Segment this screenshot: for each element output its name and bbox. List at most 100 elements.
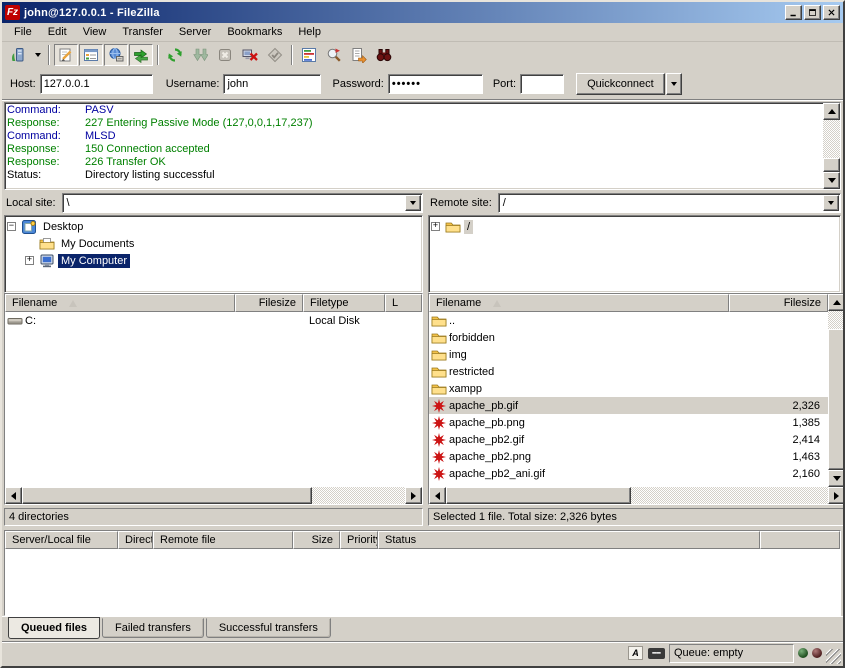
- menu-server[interactable]: Server: [171, 24, 219, 40]
- remote-file-row[interactable]: restricted: [429, 363, 828, 380]
- tree-item-my-computer[interactable]: My Computer: [7, 252, 422, 269]
- sort-ascending-icon: [69, 300, 77, 307]
- column-header-remote-file[interactable]: Remote file: [153, 531, 293, 549]
- scroll-thumb[interactable]: [446, 487, 631, 504]
- toggle-message-log-button[interactable]: [54, 44, 78, 66]
- maximize-button[interactable]: [804, 5, 821, 20]
- scroll-down-button[interactable]: [823, 172, 840, 189]
- log-line: Command:MLSD: [7, 130, 823, 143]
- menu-transfer[interactable]: Transfer: [114, 24, 171, 40]
- disconnect-icon: [242, 47, 258, 63]
- local-file-row[interactable]: C: Local Disk: [5, 312, 422, 329]
- remote-file-row-selected[interactable]: apache_pb.gif 2,326: [429, 397, 828, 414]
- tree-item-desktop[interactable]: Desktop: [7, 218, 422, 235]
- menu-view[interactable]: View: [75, 24, 115, 40]
- quickconnect-button[interactable]: Quickconnect: [576, 73, 665, 95]
- column-header-filesize[interactable]: Filesize: [235, 294, 303, 312]
- remote-vertical-scrollbar[interactable]: [828, 294, 845, 487]
- scroll-right-button[interactable]: [405, 487, 422, 504]
- remote-file-row[interactable]: ..: [429, 312, 828, 329]
- site-manager-button[interactable]: [6, 44, 30, 66]
- scroll-down-button[interactable]: [828, 470, 845, 487]
- combo-dropdown-button[interactable]: [405, 195, 421, 211]
- column-header-size[interactable]: Size: [293, 531, 340, 549]
- tab-successful-transfers[interactable]: Successful transfers: [206, 618, 331, 638]
- queue-list-body[interactable]: [5, 549, 840, 615]
- scroll-right-button[interactable]: [828, 487, 845, 504]
- toggle-local-tree-button[interactable]: [79, 44, 103, 66]
- remote-file-row[interactable]: xampp: [429, 380, 828, 397]
- column-header-priority[interactable]: Priority: [340, 531, 378, 549]
- chevron-down-icon: [410, 201, 416, 205]
- remote-file-row[interactable]: apache_pb2.gif 2,414: [429, 431, 828, 448]
- combo-dropdown-button[interactable]: [823, 195, 839, 211]
- scroll-thumb[interactable]: [828, 329, 845, 470]
- menu-file[interactable]: File: [6, 24, 40, 40]
- toolbar-separator: [48, 45, 50, 65]
- menu-bookmarks[interactable]: Bookmarks: [219, 24, 290, 40]
- app-logo-icon: Fz: [5, 5, 20, 20]
- tree-panes: Local site: \ Desktop My Documents: [2, 192, 843, 293]
- tree-item-root[interactable]: /: [431, 218, 840, 235]
- remote-horizontal-scrollbar[interactable]: [429, 487, 845, 504]
- speedlimits-indicator[interactable]: ▬▬: [648, 645, 665, 661]
- collapse-expander[interactable]: [7, 222, 16, 231]
- resize-grip[interactable]: [826, 649, 841, 664]
- scroll-up-button[interactable]: [823, 103, 840, 120]
- minimize-button[interactable]: [785, 5, 802, 20]
- directory-filter-button[interactable]: [347, 44, 371, 66]
- verify-button[interactable]: [263, 44, 287, 66]
- tree-item-my-documents[interactable]: My Documents: [7, 235, 422, 252]
- remote-file-row[interactable]: apache_pb2.png 1,463: [429, 448, 828, 465]
- column-header-filename[interactable]: Filename: [5, 294, 235, 312]
- remote-site-combo[interactable]: /: [498, 193, 841, 213]
- process-queue-button[interactable]: [188, 44, 212, 66]
- column-header-filetype[interactable]: Filetype: [303, 294, 385, 312]
- refresh-button[interactable]: [163, 44, 187, 66]
- column-header-filesize[interactable]: Filesize: [729, 294, 828, 312]
- transfer-type-indicator[interactable]: A: [627, 645, 644, 661]
- site-manager-dropdown[interactable]: [31, 44, 44, 66]
- scroll-left-button[interactable]: [429, 487, 446, 504]
- synchronized-browsing-button[interactable]: [322, 44, 346, 66]
- toggle-transfer-queue-button[interactable]: [129, 44, 153, 66]
- remote-file-row[interactable]: apache_pb.png 1,385: [429, 414, 828, 431]
- file-search-button[interactable]: [372, 44, 396, 66]
- toggle-remote-tree-button[interactable]: [104, 44, 128, 66]
- close-button[interactable]: [823, 5, 840, 20]
- file-search-icon: [376, 47, 392, 63]
- host-input[interactable]: [40, 74, 153, 94]
- remote-file-row[interactable]: img: [429, 346, 828, 363]
- quickconnect-dropdown[interactable]: [666, 73, 682, 95]
- expand-expander[interactable]: [431, 222, 440, 231]
- column-header-direction[interactable]: Directi...: [118, 531, 153, 549]
- column-header-server-local-file[interactable]: Server/Local file: [5, 531, 118, 549]
- expand-expander[interactable]: [25, 256, 34, 265]
- log-scrollbar[interactable]: [823, 103, 840, 189]
- titlebar[interactable]: Fz john@127.0.0.1 - FileZilla: [2, 2, 843, 23]
- column-header-status[interactable]: Status: [378, 531, 760, 549]
- remote-file-row[interactable]: forbidden: [429, 329, 828, 346]
- scroll-thumb[interactable]: [22, 487, 312, 504]
- remote-file-row[interactable]: apache_pb2_ani.gif 2,160: [429, 465, 828, 482]
- column-header-last-modified[interactable]: L: [385, 294, 422, 312]
- column-header-filename[interactable]: Filename: [429, 294, 729, 312]
- transfer-type-icon: A: [628, 646, 643, 660]
- local-horizontal-scrollbar[interactable]: [5, 487, 422, 504]
- scroll-thumb[interactable]: [823, 158, 840, 172]
- scroll-left-button[interactable]: [5, 487, 22, 504]
- tab-failed-transfers[interactable]: Failed transfers: [102, 618, 204, 638]
- username-input[interactable]: [223, 74, 321, 94]
- cancel-operation-button[interactable]: [213, 44, 237, 66]
- password-input[interactable]: [388, 74, 483, 94]
- menu-help[interactable]: Help: [290, 24, 329, 40]
- local-site-combo[interactable]: \: [62, 193, 423, 213]
- port-label: Port:: [493, 78, 516, 90]
- disconnect-button[interactable]: [238, 44, 262, 66]
- refresh-icon: [167, 47, 183, 63]
- scroll-up-button[interactable]: [828, 294, 845, 311]
- port-input[interactable]: [520, 74, 564, 94]
- tab-queued-files[interactable]: Queued files: [8, 617, 100, 639]
- directory-comparison-button[interactable]: [297, 44, 321, 66]
- menu-edit[interactable]: Edit: [40, 24, 75, 40]
